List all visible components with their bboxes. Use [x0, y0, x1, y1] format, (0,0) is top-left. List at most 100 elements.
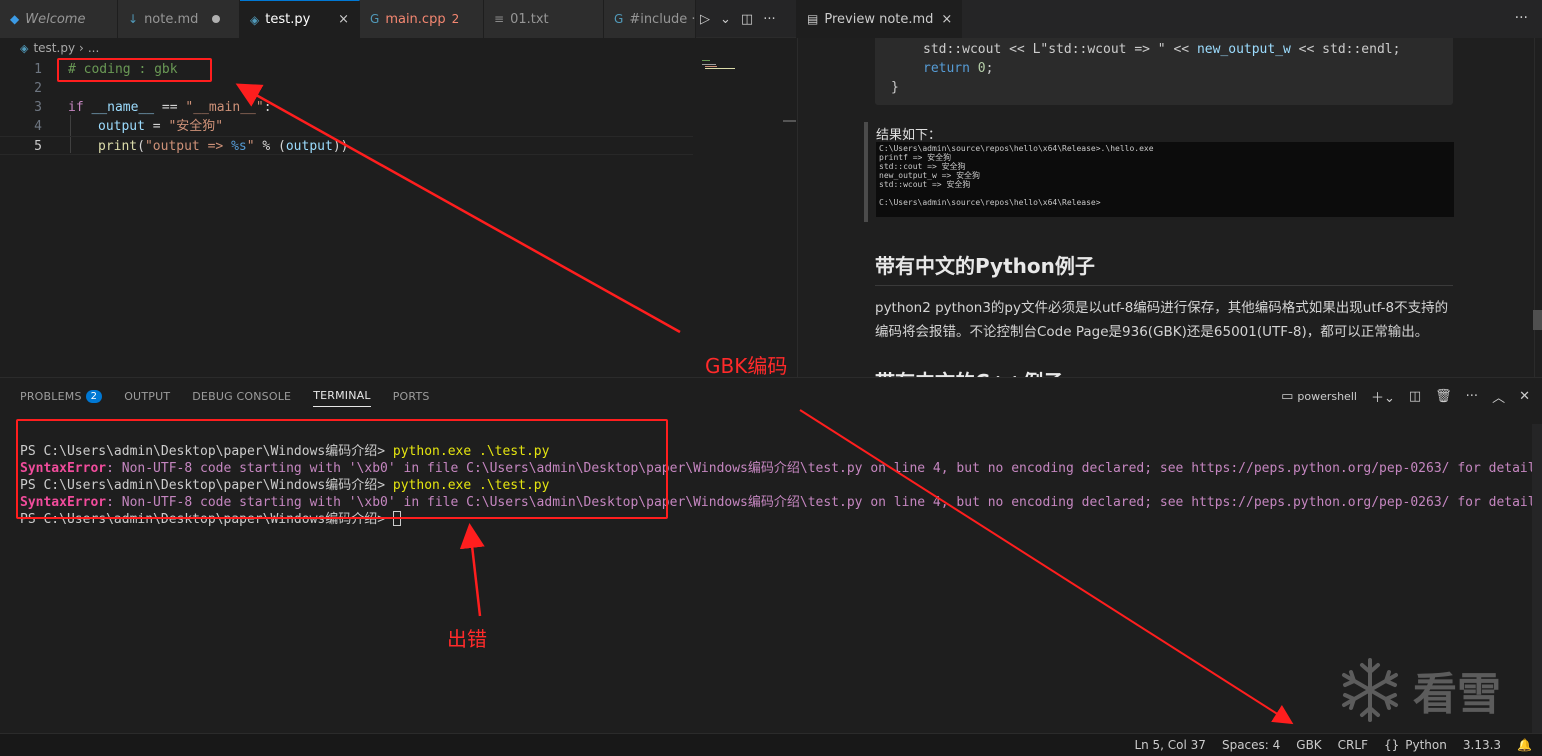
tab-label: OUTPUT: [124, 389, 171, 403]
code-line: return 0;: [891, 59, 1437, 78]
tab-main-cpp[interactable]: G main.cpp 2: [360, 0, 484, 38]
console-line: std::cout => 安全狗: [879, 162, 966, 171]
identifier: output: [285, 139, 333, 154]
run-icon[interactable]: ▷: [700, 12, 710, 27]
string-literal: "__main__": [185, 100, 264, 115]
console-line: C:\Users\admin\source\repos\hello\x64\Re…: [879, 198, 1101, 207]
tab-preview-note-md[interactable]: ▤ Preview note.md ×: [797, 0, 963, 38]
breadcrumb-file[interactable]: test.py: [33, 41, 75, 55]
tab-label: Welcome: [25, 11, 86, 27]
editor-tab-bar: ◆ Welcome ↓ note.md ◈ test.py × G main.c…: [0, 0, 796, 38]
line-number: 5: [34, 139, 42, 154]
breadcrumb-symbols[interactable]: ...: [88, 41, 99, 55]
tab-include[interactable]: G #include ·: [604, 0, 696, 38]
tab-output[interactable]: OUTPUT: [124, 378, 170, 414]
line-ending[interactable]: CRLF: [1338, 738, 1368, 752]
string-literal: "安全狗": [168, 119, 224, 134]
blockquote-title: 结果如下：: [876, 128, 942, 143]
console-line: std::wcout => 安全狗: [879, 180, 971, 189]
chevron-down-icon[interactable]: ⌄: [720, 12, 731, 27]
notification-bell-icon[interactable]: 🔔: [1517, 738, 1532, 752]
editor-scrollbar[interactable]: [783, 120, 796, 122]
maximize-icon[interactable]: ︿: [1492, 387, 1505, 406]
code-editor[interactable]: 1 # coding : gbk 2 3 if __name__ == "__m…: [0, 58, 796, 376]
string-literal: ": [246, 139, 255, 154]
trash-icon[interactable]: 🗑: [1435, 389, 1452, 404]
section-heading: 带有中文的Python例子: [875, 250, 1453, 286]
watermark-text: 看雪: [1413, 669, 1501, 720]
punctuation: :: [263, 100, 272, 115]
identifier: __name__: [91, 100, 155, 115]
close-icon[interactable]: ×: [338, 12, 349, 27]
format-spec: %s: [231, 139, 247, 154]
console-screenshot: C:\Users\admin\source\repos\hello\x64\Re…: [876, 142, 1454, 217]
tab-label: PROBLEMS: [20, 389, 82, 403]
close-icon[interactable]: ✕: [1519, 389, 1530, 404]
code-line: 3 if __name__ == "__main__":: [0, 98, 693, 117]
tab-label: DEBUG CONSOLE: [192, 389, 292, 403]
markdown-preview[interactable]: std::wcout << L"std::wcout => " << new_o…: [797, 38, 1542, 377]
shell-name: powershell: [1297, 389, 1357, 403]
watermark: 看雪: [1335, 655, 1501, 725]
code-text: << std::endl;: [1290, 42, 1401, 57]
console-line: new_output_w => 安全狗: [879, 171, 981, 180]
more-icon[interactable]: ···: [1466, 389, 1478, 404]
python-icon: ◈: [250, 12, 260, 27]
panel-actions: ▭ powershell ＋⌄ ◫ 🗑 ··· ︿ ✕: [1281, 378, 1530, 414]
paragraph: python2 python3的py文件必须是以utf-8编码进行保存，其他编码…: [875, 300, 1449, 340]
tab-label: main.cpp: [385, 11, 446, 27]
punctuation: (: [137, 139, 145, 154]
language-mode[interactable]: {} Python: [1384, 738, 1447, 752]
cpp-icon: G: [370, 12, 380, 26]
operator: % (: [254, 139, 286, 154]
console-line: C:\Users\admin\source\repos\hello\x64\Re…: [879, 144, 1154, 153]
terminal-scrollbar[interactable]: [1532, 424, 1542, 734]
tab-debug-console[interactable]: DEBUG CONSOLE: [192, 378, 291, 414]
problems-count: 2: [451, 12, 460, 26]
tab-test-py[interactable]: ◈ test.py ×: [240, 0, 360, 38]
status-bar: Ln 5, Col 37 Spaces: 4 GBK CRLF {} Python…: [0, 733, 1542, 756]
add-terminal-icon[interactable]: ＋⌄: [1371, 387, 1395, 406]
cursor-position[interactable]: Ln 5, Col 37: [1134, 738, 1206, 752]
preview-icon: ▤: [807, 12, 819, 26]
language-label: Python: [1405, 738, 1447, 752]
problems-badge: 2: [85, 389, 103, 403]
split-terminal-icon[interactable]: ◫: [1409, 389, 1421, 404]
operator: =: [144, 119, 169, 134]
tab-label: 01.txt: [510, 11, 549, 27]
preview-tab-bar: ▤ Preview note.md × ···: [797, 0, 1542, 38]
unsaved-dot-icon: [212, 15, 221, 23]
tab-label: TERMINAL: [313, 389, 371, 402]
markdown-icon: ↓: [128, 12, 139, 26]
blockquote: 结果如下： C:\Users\admin\source\repos\hello\…: [864, 122, 1454, 222]
identifier: output: [98, 119, 145, 134]
tab-ports[interactable]: PORTS: [393, 378, 430, 414]
more-icon[interactable]: ···: [1515, 10, 1528, 26]
tab-label: test.py: [265, 12, 311, 27]
indentation[interactable]: Spaces: 4: [1222, 738, 1280, 752]
tab-note-md[interactable]: ↓ note.md: [118, 0, 240, 38]
console-line: printf => 安全狗: [879, 153, 952, 162]
tab-label: #include ·: [629, 11, 696, 27]
file-encoding[interactable]: GBK: [1296, 738, 1321, 752]
breadcrumb-separator: ›: [79, 41, 84, 55]
tab-welcome[interactable]: ◆ Welcome: [0, 0, 118, 38]
more-icon[interactable]: ···: [763, 12, 775, 27]
code-text: new_output_w: [1196, 42, 1291, 57]
python-version[interactable]: 3.13.3: [1463, 738, 1501, 752]
terminal-profile[interactable]: ▭ powershell: [1281, 389, 1357, 404]
preview-scrollbar[interactable]: [1533, 310, 1542, 330]
minimap[interactable]: [700, 58, 740, 70]
punctuation: )): [332, 139, 349, 154]
tab-01-txt[interactable]: ≡ 01.txt: [484, 0, 604, 38]
split-editor-icon[interactable]: ◫: [741, 12, 753, 27]
code-text: std::wcout << L"std::wcout => " <<: [923, 42, 1197, 57]
code-line: 4 output = "安全狗": [0, 117, 693, 136]
tab-terminal[interactable]: TERMINAL: [313, 385, 371, 407]
breadcrumb: ◈ test.py › ...: [0, 38, 796, 58]
vscode-icon: ◆: [10, 12, 20, 26]
tab-problems[interactable]: PROBLEMS 2: [20, 378, 103, 414]
terminal-icon: ▭: [1281, 388, 1294, 404]
close-icon[interactable]: ×: [941, 12, 952, 27]
line-number: 3: [34, 100, 42, 115]
